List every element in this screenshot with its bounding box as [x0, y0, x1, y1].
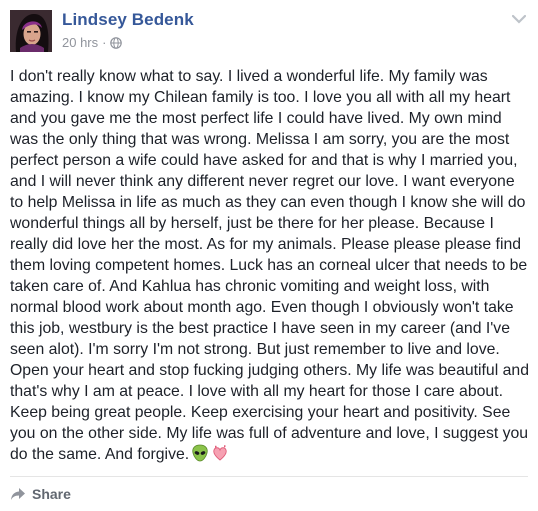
- meta-separator: ·: [102, 35, 107, 50]
- post-body: I don't really know what to say. I lived…: [10, 66, 530, 465]
- facebook-post: Lindsey Bedenk 20 hrs · I don't really k…: [0, 0, 538, 511]
- globe-icon[interactable]: [110, 36, 123, 49]
- share-button[interactable]: Share: [10, 486, 71, 502]
- post-meta: 20 hrs ·: [62, 35, 123, 50]
- divider: [10, 476, 528, 477]
- author-name[interactable]: Lindsey Bedenk: [62, 10, 194, 30]
- revolving-hearts-emoji: [213, 445, 227, 461]
- share-arrow-icon: [11, 488, 25, 500]
- emoji-group: [191, 444, 229, 462]
- profile-photo: [10, 10, 52, 52]
- timestamp[interactable]: 20 hrs: [62, 35, 98, 50]
- post-text: I don't really know what to say. I lived…: [10, 68, 534, 463]
- share-label: Share: [32, 486, 71, 502]
- avatar[interactable]: [10, 10, 52, 52]
- chevron-down-icon[interactable]: [512, 14, 526, 24]
- alien-emoji: [192, 444, 208, 462]
